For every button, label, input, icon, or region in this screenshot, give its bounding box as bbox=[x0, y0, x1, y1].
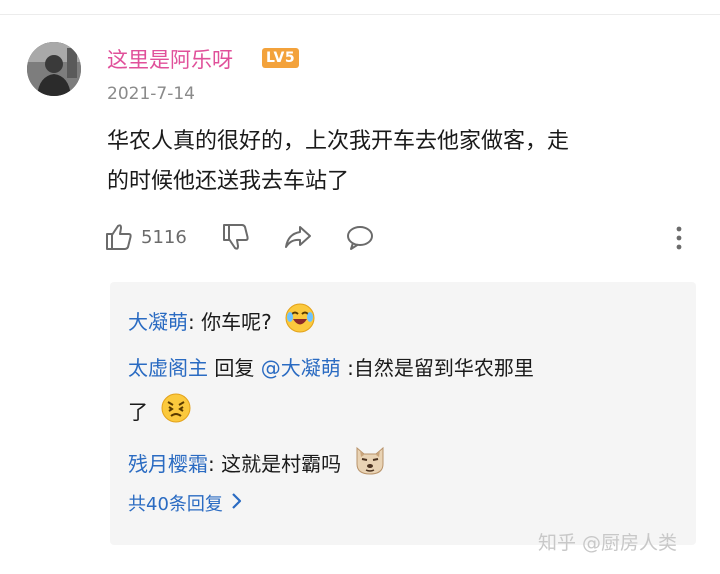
reply-text: 了 bbox=[128, 400, 148, 424]
reply-item: 太虚阁主 回复 @大凝萌 :自然是留到华农那里 bbox=[128, 350, 534, 386]
avatar[interactable] bbox=[27, 42, 81, 96]
top-divider bbox=[0, 14, 720, 15]
like-count: 5116 bbox=[141, 226, 187, 248]
reply-text: 你车呢? bbox=[201, 310, 272, 334]
dislike-button[interactable] bbox=[222, 222, 250, 252]
total-replies-label: 共40条回复 bbox=[128, 494, 223, 515]
reply-item: 残月樱霜: 这就是村霸吗 bbox=[128, 444, 387, 487]
share-icon bbox=[283, 222, 313, 252]
dog-face-emoji-icon bbox=[353, 444, 387, 487]
reply-author[interactable]: 残月樱霜 bbox=[128, 452, 208, 476]
angry-face-emoji-icon bbox=[160, 392, 192, 435]
view-all-replies-link[interactable]: 共40条回复 bbox=[128, 490, 243, 516]
more-options-button[interactable] bbox=[670, 224, 688, 256]
reply-separator: : bbox=[188, 310, 202, 334]
level-badge: LV5 bbox=[262, 48, 300, 68]
comment-button[interactable] bbox=[345, 222, 375, 252]
reply-text: :自然是留到华农那里 bbox=[340, 356, 534, 380]
reply-author[interactable]: 大凝萌 bbox=[128, 310, 188, 334]
comment-content-line: 华农人真的很好的，上次我开车去他家做客，走 bbox=[107, 129, 570, 154]
comment-content: 华农人真的很好的，上次我开车去他家做客，走 的时候他还送我去车站了 bbox=[107, 122, 697, 202]
reply-verb: 回复 bbox=[208, 356, 261, 380]
reply-text: 这就是村霸吗 bbox=[221, 452, 342, 476]
thumbs-down-icon bbox=[222, 222, 250, 252]
share-button[interactable] bbox=[283, 222, 313, 252]
more-vertical-icon bbox=[670, 226, 688, 256]
reply-separator: : bbox=[208, 452, 222, 476]
reply-item: 大凝萌: 你车呢? bbox=[128, 302, 316, 345]
chevron-right-icon bbox=[223, 492, 243, 515]
like-button[interactable]: 5116 bbox=[105, 222, 187, 252]
replies-panel: 大凝萌: 你车呢? 太虚阁主 回复 @大凝萌 :自然是留到华农那里 了 残月樱霜… bbox=[110, 282, 696, 545]
watermark: 知乎 @厨房人类 bbox=[538, 532, 678, 554]
thumbs-up-icon bbox=[105, 222, 133, 252]
comment-content-line: 的时候他还送我去车站了 bbox=[107, 169, 350, 194]
chat-bubble-icon bbox=[345, 222, 375, 252]
comment-date: 2021-7-14 bbox=[107, 84, 195, 104]
reply-author[interactable]: 太虚阁主 bbox=[128, 356, 208, 380]
reply-item-continued: 了 bbox=[128, 392, 192, 435]
username[interactable]: 这里是阿乐呀 bbox=[107, 44, 233, 74]
reply-mention[interactable]: @大凝萌 bbox=[261, 356, 341, 380]
laugh-cry-emoji-icon bbox=[284, 302, 316, 345]
